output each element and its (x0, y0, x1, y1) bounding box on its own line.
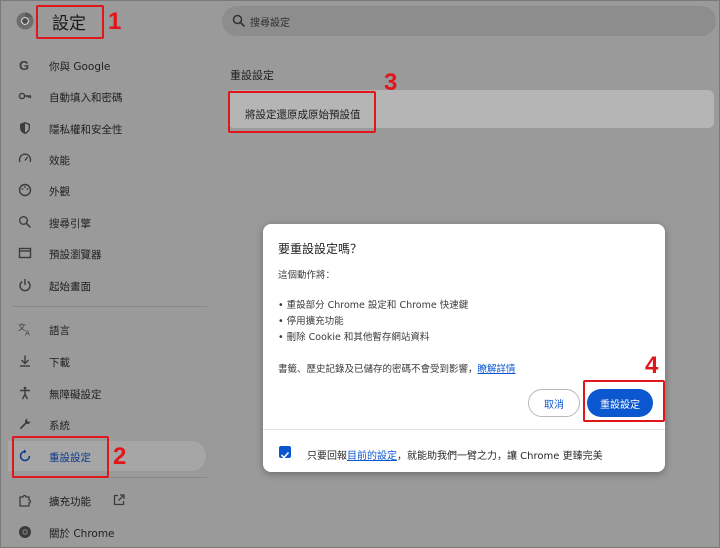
footer-text: 只要回報目前的設定，就能助我們一臂之力，讓 Chrome 更臻完美 (307, 447, 603, 462)
svg-text:G: G (19, 58, 29, 72)
external-link-icon (113, 494, 125, 506)
sidebar-item-downloads[interactable]: 下載 (8, 346, 206, 376)
annotation-box-3 (228, 91, 376, 133)
sidebar-item-label: 擴充功能 (49, 496, 91, 508)
annotation-number-2: 2 (113, 443, 127, 470)
sidebar-item-extensions[interactable]: 擴充功能 (8, 485, 206, 515)
sidebar-item-on-startup[interactable]: 起始畫面 (8, 270, 206, 300)
footer-prefix: 只要回報 (307, 451, 347, 462)
sidebar-item-about-chrome[interactable]: 關於 Chrome (8, 517, 206, 547)
dialog-bullet: • 重設部分 Chrome 設定和 Chrome 快速鍵 (278, 300, 469, 311)
shield-icon (20, 122, 30, 134)
power-icon (19, 279, 31, 292)
chrome-icon (19, 526, 31, 538)
current-settings-link[interactable]: 目前的設定 (347, 451, 397, 462)
translate-icon: 文A (18, 322, 30, 337)
sidebar-item-label: 搜尋引擎 (49, 218, 91, 230)
sidebar-item-appearance[interactable]: 外觀 (8, 175, 206, 205)
sidebar-item-label: 外觀 (49, 186, 70, 198)
dialog-intro: 這個動作將： (278, 270, 336, 281)
sidebar-item-label: 系統 (49, 420, 70, 432)
annotation-box-1 (36, 5, 104, 39)
download-icon (20, 355, 30, 367)
annotation-number-3: 3 (384, 69, 398, 96)
sidebar-item-label: 無障礙設定 (49, 389, 102, 401)
dialog-bullet: • 刪除 Cookie 和其他暫存網站資料 (278, 332, 430, 343)
google-g-icon: G (19, 58, 29, 72)
search-placeholder: 搜尋設定 (250, 18, 290, 29)
palette-icon (18, 183, 32, 197)
sidebar-item-system[interactable]: 系統 (8, 409, 206, 439)
annotation-number-4: 4 (645, 352, 659, 379)
sidebar-item-you-and-google[interactable]: G 你與 Google (8, 50, 206, 80)
annotation-box-2 (12, 436, 109, 478)
sidebar-item-privacy[interactable]: 隱私權和安全性 (8, 113, 206, 143)
sidebar-item-autofill[interactable]: 自動填入和密碼 (8, 81, 206, 111)
browser-window-icon (18, 247, 32, 259)
sidebar-item-label: 起始畫面 (49, 281, 91, 293)
sidebar-item-label: 語言 (49, 325, 70, 337)
wrench-icon (19, 418, 31, 430)
learn-more-link[interactable]: 瞭解詳情 (478, 364, 516, 375)
sidebar-item-languages[interactable]: 文A 語言 (8, 314, 206, 344)
sidebar-item-label: 你與 Google (49, 61, 111, 73)
check-icon (280, 451, 290, 459)
dialog-title: 要重設設定嗎？ (278, 242, 363, 256)
dialog-note-text: 書籤、歷史記錄及已儲存的密碼不會受到影響， (278, 364, 478, 375)
dialog-note: 書籤、歷史記錄及已儲存的密碼不會受到影響，瞭解詳情 (278, 361, 516, 375)
sidebar-item-label: 關於 Chrome (49, 528, 115, 540)
search-icon (232, 14, 246, 28)
sidebar-item-search-engine[interactable]: 搜尋引擎 (8, 207, 206, 237)
sidebar-divider (12, 306, 207, 307)
reset-dialog: 要重設設定嗎？ 這個動作將： • 重設部分 Chrome 設定和 Chrome … (263, 224, 665, 472)
annotation-box-4 (583, 380, 665, 422)
search-icon (19, 216, 32, 229)
sidebar-item-accessibility[interactable]: 無障礙設定 (8, 378, 206, 408)
key-icon (18, 92, 32, 100)
dialog-footer: 只要回報目前的設定，就能助我們一臂之力，讓 Chrome 更臻完美 (263, 429, 665, 472)
sidebar-item-label: 效能 (49, 155, 70, 167)
sidebar-item-default-browser[interactable]: 預設瀏覽器 (8, 238, 206, 268)
sidebar-item-label: 隱私權和安全性 (49, 124, 123, 136)
sidebar-item-performance[interactable]: 效能 (8, 144, 206, 174)
sidebar-item-label: 自動填入和密碼 (49, 92, 123, 104)
sidebar-item-label: 下載 (49, 357, 70, 369)
accessibility-icon (20, 386, 30, 400)
section-title: 重設設定 (230, 69, 274, 82)
footer-suffix: ，就能助我們一臂之力，讓 Chrome 更臻完美 (397, 451, 603, 462)
sidebar-item-label: 預設瀏覽器 (49, 249, 102, 261)
chrome-logo-icon (16, 12, 34, 30)
report-settings-checkbox[interactable] (279, 446, 291, 459)
dialog-bullet: • 停用擴充功能 (278, 316, 344, 327)
cancel-button[interactable]: 取消 (528, 389, 580, 417)
svg-text:A: A (25, 330, 30, 337)
puzzle-icon (19, 494, 32, 507)
speedometer-icon (18, 153, 32, 163)
search-input[interactable]: 搜尋設定 (222, 6, 716, 36)
annotation-number-1: 1 (108, 8, 122, 35)
